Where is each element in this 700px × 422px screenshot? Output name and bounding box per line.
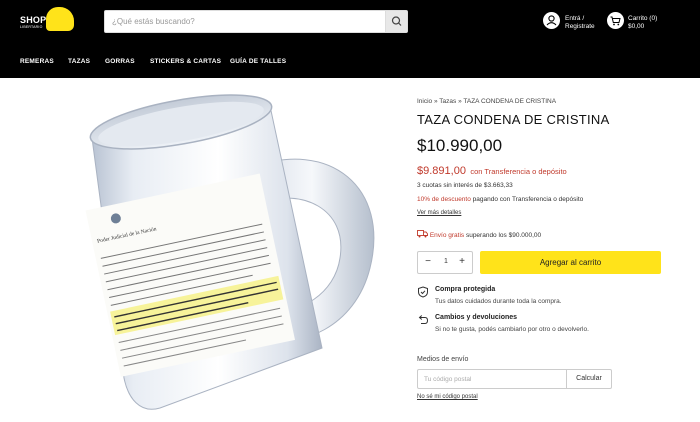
shield-check-icon bbox=[418, 286, 428, 298]
transfer-price: $9.891,00 con Transferencia o depósito bbox=[417, 161, 567, 179]
free-shipping-threshold: superando los $90.000,00 bbox=[465, 232, 542, 239]
discount-percent: 10% de descuento bbox=[417, 196, 471, 203]
account-login-label: Entrá / bbox=[565, 15, 585, 22]
top-header: SHOP LIBERTARIO Entrá / Registrate bbox=[0, 0, 700, 44]
transfer-price-label: con Transferencia o depósito bbox=[470, 167, 567, 176]
search-bar bbox=[104, 10, 408, 33]
quantity-increase-button[interactable]: + bbox=[456, 256, 468, 268]
nav-item-stickers[interactable]: STICKERS & CARTAS bbox=[150, 58, 221, 65]
store-logo[interactable]: SHOP LIBERTARIO bbox=[20, 7, 78, 37]
return-arrow-icon bbox=[418, 315, 429, 324]
breadcrumb[interactable]: Inicio » Tazas » TAZA CONDENA DE CRISTIN… bbox=[417, 98, 556, 105]
cart-text: Carrito (0) $0,00 bbox=[628, 15, 657, 31]
feature-desc: Tus datos cuidados durante toda la compr… bbox=[435, 298, 562, 305]
postal-code-input[interactable] bbox=[417, 369, 567, 389]
cart-icon bbox=[607, 12, 624, 29]
search-icon bbox=[391, 16, 402, 26]
calculate-shipping-button[interactable]: Calcular bbox=[567, 369, 612, 389]
cart-total: $0,00 bbox=[628, 23, 645, 30]
main-nav: REMERAS TAZAS GORRAS STICKERS & CARTAS G… bbox=[0, 44, 700, 78]
quantity-value[interactable]: 1 bbox=[440, 258, 452, 265]
nav-item-guia-talles[interactable]: GUÍA DE TALLES bbox=[230, 58, 286, 65]
product-image[interactable]: Poder Judicial de la Nación bbox=[0, 78, 400, 422]
feature-title: Cambios y devoluciones bbox=[435, 314, 518, 321]
truck-icon bbox=[417, 230, 428, 238]
free-shipping-text: Envío gratis superando los $90.000,00 bbox=[417, 230, 541, 239]
logo-text: SHOP bbox=[20, 15, 47, 25]
feature-desc: Si no te gusta, podés cambiarlo por otro… bbox=[435, 326, 589, 333]
shipping-methods-label: Medios de envío bbox=[417, 356, 469, 363]
details-link[interactable]: Ver más detalles bbox=[417, 210, 461, 216]
discount-text: 10% de descuento pagando con Transferenc… bbox=[417, 196, 583, 203]
search-input[interactable] bbox=[105, 11, 383, 32]
transfer-price-amount: $9.891,00 bbox=[417, 165, 466, 177]
add-to-cart-button[interactable]: Agregar al carrito bbox=[480, 251, 661, 274]
cart-count: Carrito (0) bbox=[628, 15, 658, 22]
user-icon bbox=[543, 12, 560, 29]
nav-item-gorras[interactable]: GORRAS bbox=[105, 58, 135, 65]
mug-illustration: Poder Judicial de la Nación bbox=[85, 94, 375, 410]
nav-item-tazas[interactable]: TAZAS bbox=[68, 58, 90, 65]
feature-title: Compra protegida bbox=[435, 286, 496, 293]
logo-subtext: LIBERTARIO bbox=[20, 25, 43, 29]
unknown-postal-code-link[interactable]: No sé mi código postal bbox=[417, 394, 478, 400]
search-button[interactable] bbox=[385, 11, 407, 32]
quantity-stepper: − 1 + bbox=[417, 251, 473, 274]
account-register-label: Registrate bbox=[565, 23, 595, 30]
product-price: $10.990,00 bbox=[417, 136, 503, 155]
installments-text: 3 cuotas sin interés de $3.663,33 bbox=[417, 182, 513, 189]
quantity-decrease-button[interactable]: − bbox=[422, 256, 434, 268]
free-shipping-label: Envío gratis bbox=[429, 232, 465, 239]
account-text: Entrá / Registrate bbox=[565, 15, 595, 31]
discount-rest: pagando con Transferencia o depósito bbox=[472, 196, 584, 203]
nav-item-remeras[interactable]: REMERAS bbox=[20, 58, 54, 65]
logo-hair-shape bbox=[46, 7, 74, 31]
product-title: TAZA CONDENA DE CRISTINA bbox=[417, 112, 610, 127]
